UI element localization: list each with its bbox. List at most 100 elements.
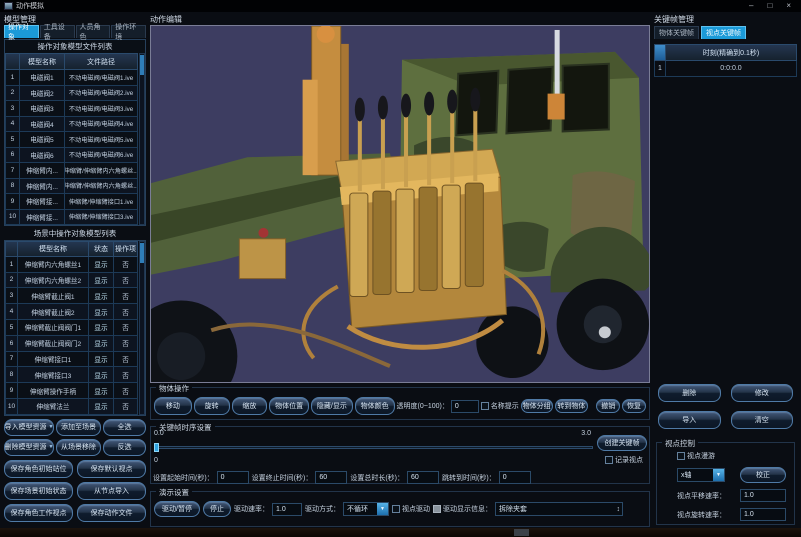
save-scene-state-button[interactable]: 保存场景初始状态 (4, 482, 73, 500)
save-default-view-button[interactable]: 保存默认视点 (77, 460, 146, 478)
cell-file-path: 不动电磁阀/电磁阀5.ive (65, 132, 138, 148)
jump-time-input[interactable]: 0 (499, 471, 531, 484)
axis-select[interactable]: x轴 ▼ (677, 468, 725, 482)
hide-show-button[interactable]: 隐藏/显示 (311, 397, 353, 415)
chevron-down-icon[interactable]: ▼ (377, 503, 388, 515)
select-all-button[interactable]: 全选 (103, 419, 146, 436)
scene-table-row[interactable]: 1 伸缩臂内六角螺丝1 显示 否 (5, 257, 138, 273)
file-table-row[interactable]: 10 伸缩臂接... 伸缩臂/伸缩臂接口3.ive (5, 210, 138, 226)
view-roam-checkbox[interactable] (677, 452, 685, 460)
tab-tool-equipment[interactable]: 工具设备 (40, 25, 75, 38)
minimize-button[interactable]: – (749, 1, 753, 11)
end-time-input[interactable]: 60 (315, 471, 347, 484)
remove-from-scene-button[interactable]: 从场景移除 (56, 439, 101, 456)
scene-table-row[interactable]: 6 伸缩臂截止阀阀门2 显示 否 (5, 336, 138, 352)
invert-select-button[interactable]: 反选 (103, 439, 146, 456)
file-table-scrollbar[interactable] (139, 53, 145, 225)
start-time-input[interactable]: 0 (217, 471, 249, 484)
tab-personnel-role[interactable]: 人员角色 (76, 25, 111, 38)
stop-button[interactable]: 停止 (203, 501, 231, 517)
import-keyframe-button[interactable]: 导入 (658, 411, 721, 429)
drive-info-select[interactable]: 拆除夹套 ↕ (495, 502, 623, 516)
play-pause-button[interactable]: 驱动/暂停 (154, 501, 200, 517)
file-table-row[interactable]: 8 伸缩臂内... 伸缩臂/伸缩臂内六角螺丝... (5, 179, 138, 195)
taskbar-item[interactable] (514, 529, 529, 536)
scene-table-row[interactable]: 5 伸缩臂截止阀阀门1 显示 否 (5, 320, 138, 336)
maximize-button[interactable]: □ (767, 1, 772, 11)
scene-table-row[interactable]: 9 伸缩臂操作手柄 显示 否 (5, 383, 138, 399)
scene-table-header: 模型名称 状态 操作项 (5, 241, 138, 257)
scene-table-scrollbar[interactable] (139, 241, 145, 415)
cell-model-name: 伸缩臂接... (20, 194, 65, 210)
slider-track[interactable] (154, 446, 593, 449)
object-group-button[interactable]: 物体分组 (521, 399, 553, 413)
record-view-checkbox[interactable] (605, 456, 613, 464)
correct-button[interactable]: 校正 (740, 467, 786, 483)
chevron-down-icon[interactable]: ▼ (713, 469, 724, 481)
file-table-row[interactable]: 7 伸缩臂内... 伸缩臂/伸缩臂内六角螺丝... (5, 163, 138, 179)
close-button[interactable]: × (786, 1, 791, 11)
slider-handle[interactable] (154, 443, 159, 452)
rotate-button[interactable]: 旋转 (194, 397, 230, 415)
file-table-row[interactable]: 3 电磁阀3 不动电磁阀/电磁阀3.ive (5, 101, 138, 117)
goto-object-button[interactable]: 转到物体 (555, 399, 589, 413)
object-color-button[interactable]: 物体颜色 (355, 397, 395, 415)
rotate-rate-input[interactable]: 1.0 (740, 508, 786, 521)
file-table-row[interactable]: 2 电磁阀2 不动电磁阀/电磁阀2.ive (5, 86, 138, 102)
clear-keyframe-button[interactable]: 清空 (731, 411, 794, 429)
keyframe-row[interactable]: 1 0:0:0.0 (654, 61, 797, 77)
name-tip-label: 名称提示 (491, 401, 519, 411)
name-tip-checkbox[interactable] (481, 402, 489, 410)
file-table-row[interactable]: 1 电磁阀1 不动电磁阀/电磁阀1.ive (5, 70, 138, 86)
drive-mode-label: 驱动方式： (305, 504, 340, 514)
undo-button[interactable]: 撤销 (596, 399, 620, 413)
opacity-input[interactable]: 0 (451, 400, 479, 413)
col-file-path: 文件路径 (65, 53, 138, 70)
import-from-node-button[interactable]: 从节点导入 (77, 482, 146, 500)
scene-table-row[interactable]: 2 伸缩臂内六角螺丝2 显示 否 (5, 273, 138, 289)
view-drive-checkbox[interactable] (392, 505, 400, 513)
scene-table-row[interactable]: 10 伸缩臂法兰 显示 否 (5, 399, 138, 415)
scene-table-row[interactable]: 7 伸缩臂接口1 显示 否 (5, 352, 138, 368)
spinner-icon[interactable]: ↕ (617, 506, 623, 513)
tab-view-keyframe[interactable]: 视点关键帧 (701, 26, 746, 39)
file-table-row[interactable]: 6 电磁阀6 不动电磁阀/电磁阀6.ive (5, 148, 138, 164)
create-keyframe-button[interactable]: 创建关键帧 (597, 435, 647, 451)
delete-keyframe-button[interactable]: 删除 (658, 384, 721, 402)
file-table-row[interactable]: 9 伸缩臂接... 伸缩臂/伸缩臂接口1.ive (5, 194, 138, 210)
scene-table-row[interactable]: 8 伸缩臂接口3 显示 否 (5, 367, 138, 383)
file-table-row[interactable]: 4 电磁阀4 不动电磁阀/电磁阀4.ive (5, 117, 138, 133)
modify-keyframe-button[interactable]: 修改 (731, 384, 794, 402)
3d-viewport[interactable] (150, 25, 650, 383)
move-button[interactable]: 移动 (154, 397, 192, 415)
save-role-position-button[interactable]: 保存角色初始站位 (4, 460, 73, 478)
import-model-button[interactable]: 导入模型资源 ▼ (4, 419, 54, 436)
cell-operation: 否 (114, 399, 138, 415)
object-position-button[interactable]: 物体位置 (269, 397, 309, 415)
scale-button[interactable]: 缩放 (232, 397, 268, 415)
scene-table-row[interactable]: 4 伸缩臂截止阀2 显示 否 (5, 304, 138, 320)
save-role-view-button[interactable]: 保存角色工作视点 (4, 504, 73, 522)
scrollbar-thumb[interactable] (140, 55, 144, 75)
save-action-file-button[interactable]: 保存动作文件 (77, 504, 146, 522)
pan-rate-label: 视点平移速率： (677, 491, 726, 501)
scrollbar-thumb[interactable] (140, 243, 144, 263)
drive-mode-select[interactable]: 不循环 ▼ (343, 502, 389, 516)
file-table-row[interactable]: 5 电磁阀5 不动电磁阀/电磁阀5.ive (5, 132, 138, 148)
redo-button[interactable]: 恢复 (622, 399, 646, 413)
drive-info-checkbox[interactable] (433, 505, 441, 513)
tab-operation-env[interactable]: 操作环境 (111, 25, 146, 38)
delete-model-button[interactable]: 删除模型资源 ▼ (4, 439, 54, 456)
view-drive-label: 视点驱动 (402, 504, 430, 514)
timeline-slider[interactable] (154, 443, 593, 452)
tab-operation-object[interactable]: 操作对象 (4, 25, 39, 38)
drive-rate-input[interactable]: 1.0 (272, 503, 302, 516)
pan-rate-input[interactable]: 1.0 (740, 489, 786, 502)
scene-table-row[interactable]: 3 伸缩臂截止阀1 显示 否 (5, 288, 138, 304)
button-label: 删除模型资源 (5, 442, 47, 452)
total-time-input[interactable]: 60 (407, 471, 439, 484)
cell-file-path: 不动电磁阀/电磁阀2.ive (65, 86, 138, 102)
add-to-scene-button[interactable]: 添加至场景 (56, 419, 101, 436)
tab-object-keyframe[interactable]: 物体关键帧 (654, 26, 699, 39)
cell-index: 4 (5, 117, 20, 133)
